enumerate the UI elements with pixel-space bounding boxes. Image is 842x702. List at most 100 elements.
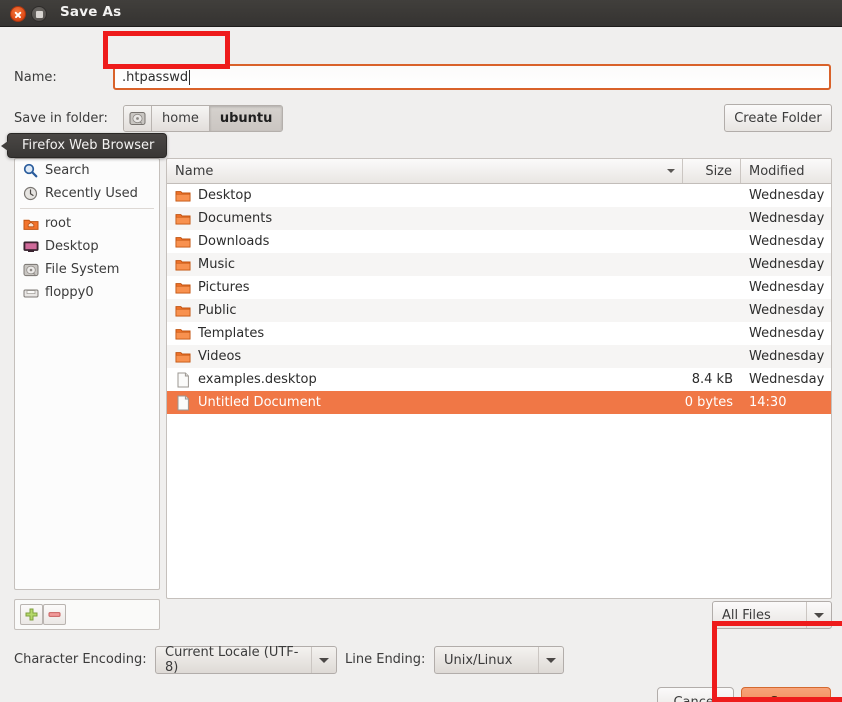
sidebar-item-floppy0[interactable]: floppy0 bbox=[15, 281, 159, 304]
file-filter-dropdown[interactable]: All Files bbox=[712, 601, 832, 629]
table-row[interactable]: Untitled Document 0 bytes 14:30 bbox=[167, 391, 831, 414]
save-button[interactable]: Save bbox=[741, 687, 831, 702]
tooltip: Firefox Web Browser bbox=[0, 133, 168, 158]
title-bar: Save As bbox=[0, 0, 842, 27]
file-name-label: Public bbox=[198, 303, 237, 318]
line-ending-dropdown[interactable]: Unix/Linux bbox=[434, 646, 564, 674]
document-icon bbox=[175, 372, 191, 388]
file-list-header: Name Size Modified bbox=[167, 159, 831, 184]
places-sidebar[interactable]: Search Recently Used root Desktop File S… bbox=[14, 158, 160, 590]
name-label: Name: bbox=[14, 70, 57, 85]
sidebar-item-label: Recently Used bbox=[45, 186, 138, 201]
chevron-down-icon bbox=[539, 657, 563, 663]
file-name-label: Music bbox=[198, 257, 235, 272]
file-filter-value: All Files bbox=[722, 607, 771, 623]
file-modified-cell: Wednesday bbox=[749, 349, 825, 364]
folder-icon bbox=[175, 326, 191, 342]
table-row[interactable]: Music Wednesday bbox=[167, 253, 831, 276]
line-ending-value: Unix/Linux bbox=[444, 652, 513, 668]
dialog-body: Name: .htpasswd Save in folder: home ubu… bbox=[0, 27, 842, 702]
file-name-cell: Downloads bbox=[167, 234, 683, 250]
filename-input[interactable]: .htpasswd bbox=[113, 64, 831, 90]
sidebar-item-recently-used[interactable]: Recently Used bbox=[15, 182, 159, 205]
file-name-label: Documents bbox=[198, 211, 273, 226]
plus-icon bbox=[25, 608, 38, 621]
sidebar-item-label: Search bbox=[45, 163, 90, 178]
table-row[interactable]: Public Wednesday bbox=[167, 299, 831, 322]
table-row[interactable]: Templates Wednesday bbox=[167, 322, 831, 345]
file-name-label: Templates bbox=[198, 326, 265, 341]
table-row[interactable]: Documents Wednesday bbox=[167, 207, 831, 230]
file-name-label: Pictures bbox=[198, 280, 250, 295]
text-caret bbox=[189, 69, 191, 85]
file-modified-cell: Wednesday bbox=[749, 257, 825, 272]
search-icon bbox=[22, 163, 39, 179]
column-header-label: Size bbox=[705, 163, 732, 179]
file-name-cell: Desktop bbox=[167, 188, 683, 204]
window-title: Save As bbox=[60, 4, 122, 20]
path-segment-home[interactable]: home bbox=[152, 106, 210, 131]
column-header-label: Modified bbox=[749, 163, 805, 179]
table-row[interactable]: Pictures Wednesday bbox=[167, 276, 831, 299]
file-modified-cell: Wednesday bbox=[749, 326, 825, 341]
minus-icon bbox=[48, 612, 61, 617]
path-segment-ubuntu[interactable]: ubuntu bbox=[209, 106, 283, 131]
file-list[interactable]: Name Size Modified Desktop Wednesday Docum… bbox=[166, 158, 832, 599]
hard-drive-icon bbox=[22, 262, 39, 278]
file-modified-cell: Wednesday bbox=[749, 234, 825, 249]
file-name-cell: Videos bbox=[167, 349, 683, 365]
sidebar-item-file-system[interactable]: File System bbox=[15, 258, 159, 281]
folder-icon bbox=[175, 257, 191, 273]
remove-bookmark-button[interactable] bbox=[43, 604, 66, 625]
folder-icon bbox=[175, 188, 191, 204]
file-name-cell: Music bbox=[167, 257, 683, 273]
save-in-folder-label: Save in folder: bbox=[14, 111, 108, 126]
table-row[interactable]: Videos Wednesday bbox=[167, 345, 831, 368]
folder-icon bbox=[175, 234, 191, 250]
hard-drive-icon[interactable] bbox=[124, 106, 152, 131]
table-row[interactable]: examples.desktop 8.4 kB Wednesday bbox=[167, 368, 831, 391]
home-folder-icon bbox=[22, 216, 39, 232]
file-name-label: Videos bbox=[198, 349, 242, 364]
sidebar-item-root[interactable]: root bbox=[15, 212, 159, 235]
chevron-down-icon bbox=[312, 657, 336, 663]
file-modified-cell: Wednesday bbox=[749, 188, 825, 203]
folder-icon bbox=[175, 211, 191, 227]
save-as-dialog: Save As Name: .htpasswd Save in folder: … bbox=[0, 0, 842, 702]
sidebar-item-desktop[interactable]: Desktop bbox=[15, 235, 159, 258]
file-name-label: examples.desktop bbox=[198, 372, 317, 387]
file-modified-cell: Wednesday bbox=[749, 303, 825, 318]
clock-icon bbox=[22, 186, 39, 202]
column-header-name[interactable]: Name bbox=[167, 159, 683, 183]
column-header-label: Name bbox=[175, 163, 214, 179]
file-name-label: Downloads bbox=[198, 234, 270, 249]
sidebar-item-search[interactable]: Search bbox=[15, 159, 159, 182]
character-encoding-label: Character Encoding: bbox=[14, 652, 147, 667]
document-icon bbox=[175, 395, 191, 411]
maximize-icon[interactable] bbox=[31, 6, 47, 22]
character-encoding-value: Current Locale (UTF-8) bbox=[165, 645, 299, 675]
sidebar-separator bbox=[20, 208, 154, 209]
file-name-label: Desktop bbox=[198, 188, 252, 203]
table-row[interactable]: Downloads Wednesday bbox=[167, 230, 831, 253]
column-header-modified[interactable]: Modified bbox=[741, 159, 831, 183]
character-encoding-dropdown[interactable]: Current Locale (UTF-8) bbox=[155, 645, 337, 675]
add-bookmark-button[interactable] bbox=[20, 604, 43, 625]
file-size-cell: 0 bytes bbox=[684, 395, 733, 410]
file-modified-cell: 14:30 bbox=[749, 395, 787, 410]
file-modified-cell: Wednesday bbox=[749, 280, 825, 295]
table-row[interactable]: Desktop Wednesday bbox=[167, 184, 831, 207]
file-name-cell: Templates bbox=[167, 326, 683, 342]
cancel-button[interactable]: Cancel bbox=[657, 687, 734, 702]
close-icon[interactable] bbox=[10, 6, 26, 22]
file-name-cell: Untitled Document bbox=[167, 395, 683, 411]
sidebar-item-label: root bbox=[45, 216, 72, 231]
line-ending-label: Line Ending: bbox=[345, 652, 426, 667]
column-header-size[interactable]: Size bbox=[683, 159, 741, 183]
chevron-down-icon bbox=[807, 612, 831, 618]
sidebar-item-label: Desktop bbox=[45, 239, 99, 254]
create-folder-button[interactable]: Create Folder bbox=[724, 104, 832, 132]
file-name-label: Untitled Document bbox=[198, 395, 321, 410]
monitor-icon bbox=[22, 239, 39, 255]
file-list-rows: Desktop Wednesday Documents Wednesday Downlo… bbox=[167, 184, 831, 414]
